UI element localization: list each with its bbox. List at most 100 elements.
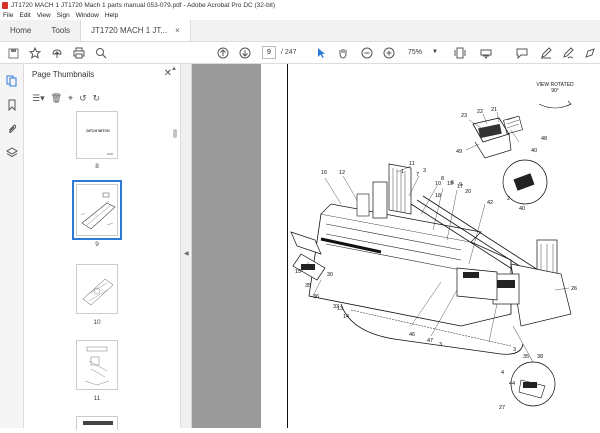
toolbar: 9 / 247 75% ▼	[0, 42, 600, 64]
callout-35-right: 35	[523, 354, 530, 360]
callout-23: 23	[461, 113, 468, 119]
scroll-up-icon[interactable]: ▲	[171, 66, 177, 72]
callout-20: 20	[465, 189, 472, 195]
menu-view[interactable]: View	[37, 12, 51, 19]
rotate-left-icon[interactable]: ↺	[79, 93, 87, 104]
page-thumbnails-icon[interactable]	[5, 74, 18, 87]
thumbnail-label-10: 10	[93, 319, 101, 326]
keyboard-icon[interactable]	[478, 45, 494, 61]
callout-42: 42	[487, 200, 494, 206]
menu-help[interactable]: Help	[105, 12, 118, 19]
callout-16: 16	[321, 170, 328, 176]
window-title-bar: JT1720 MACH 1 JT1720 Mach 1 parts manual…	[0, 0, 600, 10]
callout-15: 15	[295, 269, 302, 275]
tab-close-icon[interactable]: ×	[175, 26, 180, 35]
pdf-page: VIEW ROTATED 90° 23 22 21 48 49 40 11 7 …	[261, 64, 600, 428]
callout-12: 12	[339, 170, 346, 176]
callout-44: 44	[509, 381, 516, 387]
page-thumbnails-panel: Page Thumbnails ✕ ☰▾ 🗑 ⌖ ↺ ↻ DITCH WITCH…	[24, 64, 181, 430]
chevron-down-icon: ▼	[432, 49, 438, 55]
callout-1: 1	[401, 169, 405, 175]
tab-tools[interactable]: Tools	[41, 20, 80, 41]
callout-3-bottom: 3	[439, 342, 443, 348]
comment-icon[interactable]	[514, 45, 530, 61]
callout-40-top: 40	[531, 148, 538, 154]
callout-4: 4	[501, 370, 505, 376]
parts-diagram	[290, 100, 572, 407]
callout-8: 8	[441, 176, 445, 182]
bookmark-star-icon[interactable]	[27, 45, 43, 61]
page-thumbnail-11[interactable]	[76, 340, 118, 390]
callout-19: 19	[447, 181, 454, 187]
callout-26: 26	[571, 286, 578, 292]
page-thumbnail-10[interactable]	[76, 264, 118, 314]
layers-icon[interactable]	[5, 146, 18, 159]
select-cursor-icon[interactable]	[313, 45, 329, 61]
window-title: JT1720 MACH 1 JT1720 Mach 1 parts manual…	[11, 1, 276, 9]
page-thumbnail-9[interactable]	[72, 180, 122, 240]
thumbnail-label-9: 9	[95, 241, 99, 248]
callout-11: 11	[409, 161, 415, 167]
callout-17: 17	[457, 184, 464, 190]
zoom-search-icon[interactable]	[93, 45, 109, 61]
save-icon[interactable]	[5, 45, 21, 61]
svg-text:DITCH WITCH: DITCH WITCH	[86, 129, 110, 133]
tab-bar: Home Tools JT1720 MACH 1 JT... ×	[0, 20, 600, 42]
callout-46: 46	[409, 332, 416, 338]
document-view[interactable]: VIEW ROTATED 90° 23 22 21 48 49 40 11 7 …	[192, 64, 600, 428]
bookmarks-icon[interactable]	[5, 98, 18, 111]
callout-36: 36	[313, 294, 320, 300]
insert-page-icon[interactable]: ⌖	[68, 93, 73, 104]
thumbnail-options-icon[interactable]: ☰▾	[32, 93, 45, 104]
previous-page-icon[interactable]	[215, 45, 231, 61]
callout-27: 27	[499, 405, 506, 411]
menu-window[interactable]: Window	[76, 12, 99, 19]
print-icon[interactable]	[71, 45, 87, 61]
menu-sign[interactable]: Sign	[57, 12, 70, 19]
fit-page-icon[interactable]	[452, 45, 468, 61]
callout-22: 22	[477, 109, 484, 115]
thumbnail-scrollbar[interactable]: ▲	[171, 66, 179, 428]
thumbnail-label-8: 8	[95, 163, 99, 170]
callout-30: 30	[327, 272, 334, 278]
tab-document-label: JT1720 MACH 1 JT...	[91, 26, 168, 35]
menu-file[interactable]: File	[3, 12, 13, 19]
next-page-icon[interactable]	[237, 45, 253, 61]
callout-48: 48	[541, 136, 548, 142]
zoom-level-select[interactable]: 75% ▼	[404, 46, 440, 59]
callout-7: 7	[416, 172, 420, 178]
more-tools-icon[interactable]	[582, 45, 598, 61]
callout-40-right: 40	[519, 206, 526, 212]
left-navigation-rail	[0, 64, 24, 428]
callout-38: 38	[537, 354, 544, 360]
panel-tools: ☰▾ 🗑 ⌖ ↺ ↻	[32, 91, 106, 105]
tab-home[interactable]: Home	[0, 20, 41, 41]
upload-icon[interactable]	[49, 45, 65, 61]
scroll-thumb[interactable]	[173, 129, 177, 138]
panel-splitter[interactable]: ◀	[181, 64, 192, 428]
zoom-in-icon[interactable]	[381, 45, 397, 61]
callout-3-right: 3	[513, 347, 517, 353]
menu-edit[interactable]: Edit	[19, 12, 30, 19]
page-number-input[interactable]: 9	[262, 46, 276, 59]
zoom-level-value: 75%	[408, 49, 423, 56]
menu-bar: File Edit View Sign Window Help	[0, 10, 600, 20]
callout-18: 18	[435, 193, 442, 199]
page-thumbnail-8[interactable]: DITCH WITCH	[76, 111, 118, 159]
delete-page-icon[interactable]: 🗑	[51, 93, 62, 104]
callout-49: 49	[456, 149, 463, 155]
tab-document[interactable]: JT1720 MACH 1 JT... ×	[80, 20, 191, 41]
panel-title: Page Thumbnails	[32, 70, 95, 79]
attachments-icon[interactable]	[5, 122, 18, 135]
hand-tool-icon[interactable]	[335, 45, 351, 61]
callout-13: 13	[337, 306, 344, 312]
collapse-panel-icon[interactable]: ◀	[184, 250, 189, 257]
rotate-right-icon[interactable]: ↻	[93, 93, 101, 104]
zoom-out-icon[interactable]	[359, 45, 375, 61]
page-total: / 247	[281, 49, 297, 56]
sign-icon[interactable]	[560, 45, 576, 61]
callout-3: 3	[423, 168, 427, 174]
highlight-pen-icon[interactable]	[538, 45, 554, 61]
callout-47: 47	[427, 338, 434, 344]
callout-2: 2	[507, 196, 511, 202]
